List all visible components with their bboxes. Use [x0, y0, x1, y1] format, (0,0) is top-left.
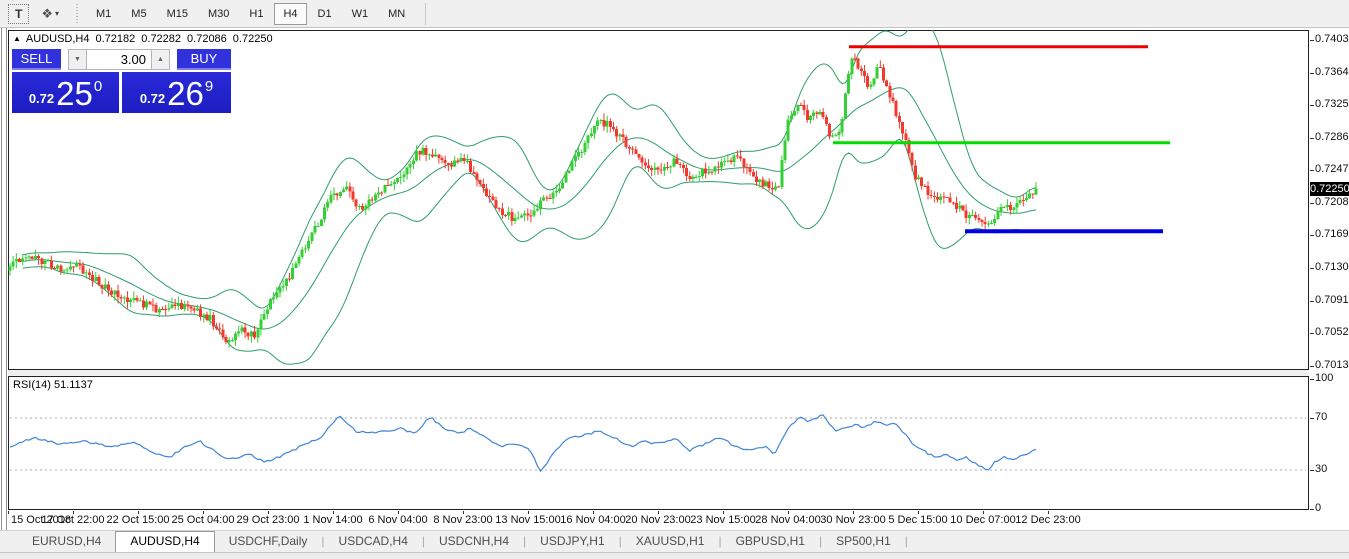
chart-workspace: ▲AUDUSD,H40.721820.722820.720860.72250 S… — [0, 28, 1349, 530]
time-axis-label: 22 Oct 15:00 — [107, 514, 170, 526]
symbols-dropdown-button[interactable]: ❖ ▾ — [35, 4, 65, 24]
time-axis-label: 1 Nov 14:00 — [303, 514, 362, 526]
volume-input[interactable] — [87, 49, 151, 70]
price-axis-label: 0.73640 — [1315, 66, 1349, 78]
rsi-axis-label: 100 — [1315, 372, 1333, 384]
volume-increase-button[interactable]: ▲ — [151, 49, 170, 70]
price-axis[interactable]: 0.74030 0.73640 0.73250 0.72860 0.72470 0.720… — [1309, 28, 1349, 530]
price-axis-label: 0.70520 — [1315, 326, 1349, 338]
timeframe-button-m15[interactable]: M15 — [158, 3, 197, 25]
time-axis-label: 29 Oct 23:00 — [237, 514, 300, 526]
rsi-chart[interactable] — [8, 376, 1309, 510]
time-axis-tick — [8, 511, 9, 514]
time-axis-label: 25 Oct 04:00 — [172, 514, 235, 526]
buy-price-tile[interactable]: 0.72 26 9 — [122, 72, 231, 113]
chart-tab-bar: EURUSD,H4AUDUSD,H4USDCHF,Daily | USDCAD,H4… — [0, 530, 1349, 552]
time-axis-label: 20 Nov 23:00 — [625, 514, 690, 526]
time-axis-label: 16 Nov 04:00 — [560, 514, 625, 526]
sell-price-prefix: 0.72 — [29, 91, 54, 106]
timeframe-button-h4[interactable]: H4 — [274, 3, 306, 25]
time-axis[interactable]: 15 Oct 201817 Oct 22:0022 Oct 15:0025 Oc… — [8, 511, 1309, 530]
sell-price-big: 25 — [56, 77, 93, 110]
price-axis-label: 0.73250 — [1315, 98, 1349, 110]
toolbar-separator — [425, 3, 426, 25]
buy-price-big: 26 — [167, 77, 204, 110]
timeframe-button-mn[interactable]: MN — [379, 3, 414, 25]
tab-audusd-h4[interactable]: AUDUSD,H4 — [115, 531, 214, 552]
sell-price-pipette: 0 — [94, 78, 102, 95]
timeframe-button-d1[interactable]: D1 — [309, 3, 341, 25]
chart-title: ▲AUDUSD,H40.721820.722820.720860.72250 — [13, 33, 273, 45]
time-axis-label: 17 Oct 22:00 — [42, 514, 105, 526]
volume-decrease-button[interactable]: ▼ — [68, 49, 87, 70]
rsi-axis-label: 0 — [1315, 502, 1321, 514]
tab-usdjpy-h1[interactable]: USDJPY,H1 — [526, 531, 618, 552]
chevron-down-icon: ▾ — [55, 9, 59, 18]
time-axis-label: 23 Nov 15:00 — [690, 514, 755, 526]
sell-button[interactable]: SELL — [12, 49, 61, 70]
time-axis-label: 13 Nov 15:00 — [495, 514, 560, 526]
price-axis-label: 0.71300 — [1315, 261, 1349, 273]
diamonds-icon: ❖ — [41, 6, 53, 22]
time-axis-label: 30 Nov 23:00 — [820, 514, 885, 526]
sell-price-tile[interactable]: 0.72 25 0 — [12, 72, 119, 113]
price-axis-label: 0.72860 — [1315, 131, 1349, 143]
buy-button[interactable]: BUY — [177, 49, 231, 70]
buy-price-pipette: 9 — [205, 78, 213, 95]
window-frame-line — [6, 28, 7, 530]
time-axis-label: 28 Nov 04:00 — [755, 514, 820, 526]
timeframe-button-m1[interactable]: M1 — [87, 3, 120, 25]
collapse-arrow-icon: ▲ — [13, 34, 21, 43]
toolbar-grip — [75, 4, 80, 24]
time-axis-label: 8 Nov 23:00 — [433, 514, 492, 526]
price-axis-label: 0.70910 — [1315, 294, 1349, 306]
time-axis-label: 6 Nov 04:00 — [368, 514, 427, 526]
price-axis-label: 0.71690 — [1315, 228, 1349, 240]
timeframe-button-m5[interactable]: M5 — [122, 3, 155, 25]
price-axis-label: 0.72080 — [1315, 196, 1349, 208]
tab-sp500-h1[interactable]: SP500,H1 — [822, 531, 905, 552]
tab-separator: | — [905, 531, 908, 552]
tab-eurusd-h4[interactable]: EURUSD,H4 — [18, 531, 115, 552]
timeframe-button-w1[interactable]: W1 — [343, 3, 378, 25]
time-axis-label: 12 Dec 23:00 — [1015, 514, 1080, 526]
tab-xauusd-h1[interactable]: XAUUSD,H1 — [622, 531, 719, 552]
text-tool-button[interactable]: T — [8, 4, 29, 24]
status-bar — [0, 552, 1349, 559]
one-click-trade-panel: SELL ▼ ▲ BUY 0.72 25 0 0.72 26 9 — [12, 49, 231, 113]
price-axis-label: 0.70130 — [1315, 359, 1349, 371]
rsi-axis-label: 30 — [1315, 463, 1327, 475]
mt4-window: T ❖ ▾ M1M5M15M30H1H4D1W1MN ▲AUDUSD,H40.7… — [0, 0, 1349, 559]
time-axis-label: 5 Dec 15:00 — [888, 514, 947, 526]
price-axis-label: 0.72470 — [1315, 163, 1349, 175]
price-axis-label: 0.74030 — [1315, 33, 1349, 45]
timeframe-button-h1[interactable]: H1 — [240, 3, 272, 25]
toolbar: T ❖ ▾ M1M5M15M30H1H4D1W1MN — [0, 0, 1349, 28]
timeframe-button-m30[interactable]: M30 — [199, 3, 238, 25]
buy-price-prefix: 0.72 — [140, 91, 165, 106]
rsi-indicator-label: RSI(14) 51.1137 — [13, 379, 93, 391]
window-frame-line — [1, 28, 2, 530]
timeframe-buttons: M1M5M15M30H1H4D1W1MN — [86, 0, 415, 28]
tab-usdcnh-h4[interactable]: USDCNH,H4 — [425, 531, 523, 552]
tab-usdchf-daily[interactable]: USDCHF,Daily — [215, 531, 322, 552]
rsi-axis-label: 70 — [1315, 411, 1327, 423]
tab-usdcad-h4[interactable]: USDCAD,H4 — [325, 531, 422, 552]
current-price-tag: 0.72250 — [1310, 182, 1349, 196]
time-axis-label: 10 Dec 07:00 — [950, 514, 1015, 526]
tab-gbpusd-h1[interactable]: GBPUSD,H1 — [722, 531, 819, 552]
